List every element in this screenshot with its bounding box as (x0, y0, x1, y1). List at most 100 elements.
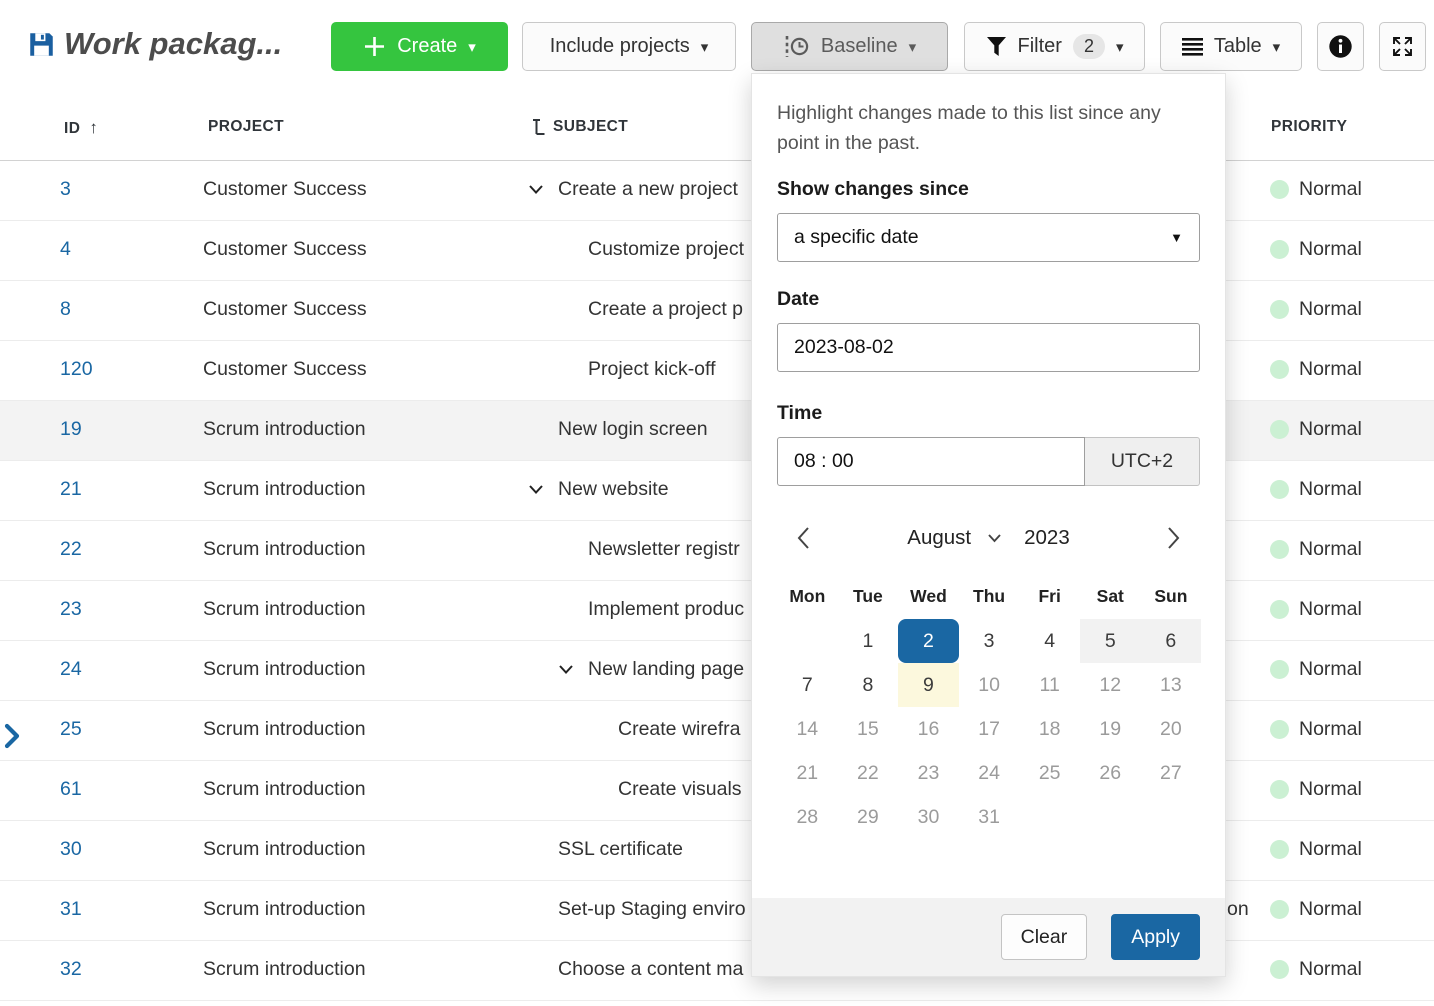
subject-text[interactable]: New login screen (558, 418, 708, 441)
calendar-day: 22 (838, 751, 899, 795)
priority-dot (1270, 780, 1289, 799)
calendar-day[interactable]: 6 (1141, 619, 1202, 663)
calendar-day: 15 (838, 707, 899, 751)
collapse-children-icon[interactable] (528, 484, 558, 495)
project-cell: Scrum introduction (203, 598, 366, 621)
save-icon[interactable] (28, 31, 55, 58)
filter-button[interactable]: Filter 2 ▾ (964, 22, 1145, 71)
calendar-header: August 2023 (777, 520, 1200, 555)
previous-month-button[interactable] (791, 521, 816, 555)
month-select[interactable]: August (907, 526, 1002, 550)
view-mode-button[interactable]: Table ▾ (1160, 22, 1302, 71)
calendar-day[interactable]: 1 (838, 619, 899, 663)
show-changes-since-select[interactable]: a specific date ▼ (777, 213, 1200, 262)
calendar-day[interactable]: 2 (898, 619, 959, 663)
subject-text[interactable]: Implement produc (588, 598, 744, 621)
subject-text[interactable]: SSL certificate (558, 838, 683, 861)
subject-text[interactable]: Customize project (588, 238, 744, 261)
fullscreen-button[interactable] (1379, 22, 1426, 71)
work-package-id-link[interactable]: 8 (60, 298, 71, 321)
include-projects-button[interactable]: Include projects ▾ (522, 22, 736, 71)
work-package-id-link[interactable]: 120 (60, 358, 93, 381)
work-package-id-link[interactable]: 24 (60, 658, 82, 681)
column-header-priority[interactable]: PRIORITY (1271, 118, 1347, 136)
time-input[interactable] (777, 437, 1085, 486)
year-label[interactable]: 2023 (1024, 526, 1070, 550)
column-header-id[interactable]: ID↑ (64, 118, 98, 138)
apply-button[interactable]: Apply (1111, 914, 1200, 960)
subject-cell: Implement produc (558, 598, 744, 621)
work-package-id-link[interactable]: 4 (60, 238, 71, 261)
priority-cell: Normal (1270, 778, 1362, 801)
priority-label: Normal (1299, 358, 1362, 381)
calendar-day[interactable]: 9 (898, 663, 959, 707)
subject-text[interactable]: Set-up Staging enviro (558, 898, 746, 921)
project-cell: Scrum introduction (203, 418, 366, 441)
collapse-children-icon[interactable] (558, 664, 588, 675)
column-header-project[interactable]: PROJECT (208, 118, 284, 136)
subject-text[interactable]: Create visuals (618, 778, 742, 801)
priority-dot (1270, 840, 1289, 859)
column-header-subject[interactable]: SUBJECT (531, 118, 628, 136)
subject-cell: Set-up Staging enviro (528, 898, 746, 921)
work-package-id-link[interactable]: 21 (60, 478, 82, 501)
priority-label: Normal (1299, 598, 1362, 621)
project-cell: Scrum introduction (203, 778, 366, 801)
priority-cell: Normal (1270, 478, 1362, 501)
priority-label: Normal (1299, 538, 1362, 561)
subject-cell: New landing page (558, 658, 744, 681)
subject-text[interactable]: New website (558, 478, 669, 501)
weekday-label: Mon (777, 581, 838, 611)
work-package-id-link[interactable]: 25 (60, 718, 82, 741)
priority-label: Normal (1299, 238, 1362, 261)
subject-text[interactable]: Create a new project (558, 178, 738, 201)
priority-label: Normal (1299, 718, 1362, 741)
calendar-day[interactable]: 4 (1019, 619, 1080, 663)
date-input[interactable] (777, 323, 1200, 372)
work-packages-page: Work packag... Create ▾ Include projects… (0, 0, 1434, 1006)
filter-count-badge: 2 (1073, 34, 1105, 59)
work-package-id-link[interactable]: 61 (60, 778, 82, 801)
subject-cell: Project kick-off (558, 358, 716, 381)
subject-text[interactable]: New landing page (588, 658, 744, 681)
baseline-panel: Highlight changes made to this list sinc… (751, 73, 1226, 977)
subject-cell: SSL certificate (528, 838, 683, 861)
weekday-label: Thu (959, 581, 1020, 611)
baseline-description: Highlight changes made to this list sinc… (777, 98, 1200, 158)
collapse-children-icon[interactable] (528, 184, 558, 195)
calendar-day: 28 (777, 795, 838, 839)
subject-text[interactable]: Project kick-off (588, 358, 716, 381)
create-button[interactable]: Create ▾ (331, 22, 508, 71)
baseline-button[interactable]: Baseline ▾ (751, 22, 948, 71)
info-button[interactable] (1317, 22, 1364, 71)
work-package-id-link[interactable]: 22 (60, 538, 82, 561)
clear-button[interactable]: Clear (1001, 914, 1088, 960)
work-package-id-link[interactable]: 32 (60, 958, 82, 981)
project-cell: Customer Success (203, 178, 367, 201)
work-package-id-link[interactable]: 23 (60, 598, 82, 621)
next-month-button[interactable] (1161, 521, 1186, 555)
work-package-id-link[interactable]: 3 (60, 178, 71, 201)
create-label: Create (397, 35, 457, 58)
subject-text[interactable]: Create a project p (588, 298, 743, 321)
priority-cell: Normal (1270, 838, 1362, 861)
work-package-id-link[interactable]: 31 (60, 898, 82, 921)
calendar-day[interactable]: 7 (777, 663, 838, 707)
calendar-day[interactable]: 3 (959, 619, 1020, 663)
priority-cell: Normal (1270, 358, 1362, 381)
calendar-empty-cell (777, 619, 838, 663)
priority-cell: Normal (1270, 958, 1362, 981)
subject-cell: Create wirefra (588, 718, 740, 741)
subject-text[interactable]: Create wirefra (618, 718, 740, 741)
subject-cell: Customize project (558, 238, 744, 261)
work-package-id-link[interactable]: 30 (60, 838, 82, 861)
calendar-weekdays: MonTueWedThuFriSatSun (777, 581, 1200, 611)
subject-text[interactable]: Newsletter registr (588, 538, 740, 561)
calendar-day[interactable]: 8 (838, 663, 899, 707)
sidebar-expand-toggle[interactable] (3, 723, 21, 754)
calendar-day[interactable]: 5 (1080, 619, 1141, 663)
work-package-id-link[interactable]: 19 (60, 418, 82, 441)
calendar-day: 10 (959, 663, 1020, 707)
subject-text[interactable]: Choose a content ma (558, 958, 743, 981)
project-cell: Customer Success (203, 358, 367, 381)
